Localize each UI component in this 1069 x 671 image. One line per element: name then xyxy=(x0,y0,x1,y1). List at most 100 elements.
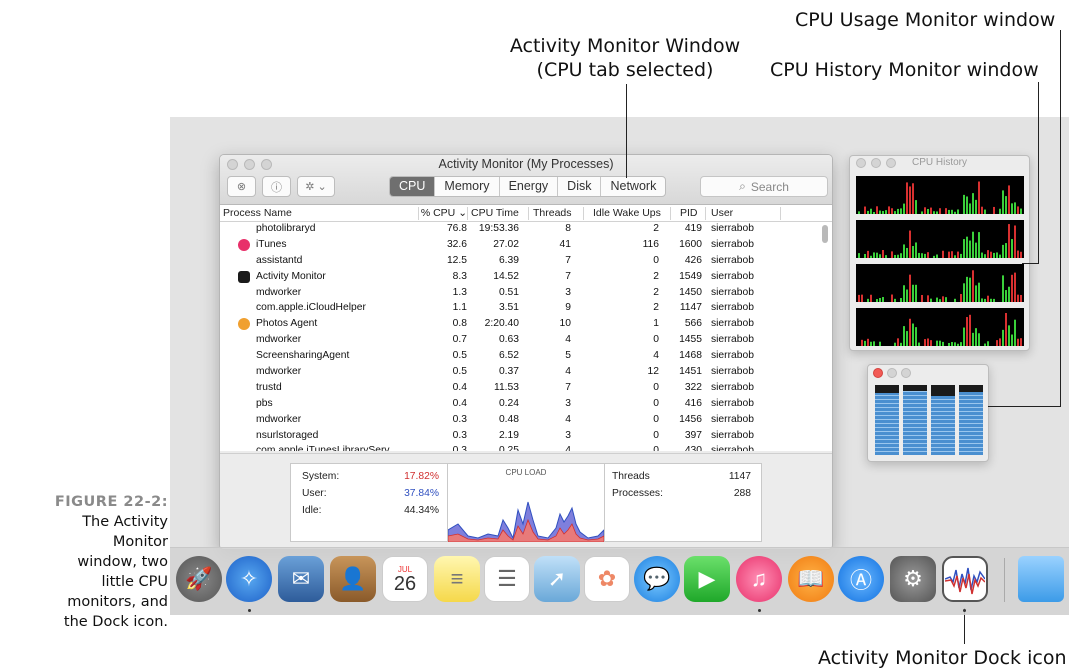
cell-name: assistantd xyxy=(256,254,303,266)
table-row[interactable]: iTunes 32.6 27.02 41 116 1600 sierrabob xyxy=(220,238,832,254)
cell-user: sierrabob xyxy=(711,302,754,314)
cpu-load-graph xyxy=(448,501,604,542)
column-header-idle-wake-ups[interactable]: Idle Wake Ups xyxy=(593,207,661,219)
notes-icon[interactable]: ≡ xyxy=(434,556,480,602)
table-row[interactable]: com.apple.iCloudHelper 1.1 3.51 9 2 1147 sierr… xyxy=(220,301,832,317)
cell-time: 0.51 xyxy=(498,286,519,298)
inspect-process-button[interactable]: ⓘ xyxy=(262,176,291,197)
info-icon: ⓘ xyxy=(271,181,282,194)
history-bars xyxy=(861,313,1022,346)
safari-icon[interactable]: ✧ xyxy=(226,556,272,602)
close-window-button[interactable] xyxy=(873,368,883,378)
process-table: photolibraryd 76.8 19:53.36 8 2 419 sierrabob i… xyxy=(220,222,832,451)
table-row[interactable]: Activity Monitor 8.3 14.52 7 2 1549 sierrabob xyxy=(220,270,832,286)
processes-label: Processes: xyxy=(612,488,663,499)
table-row[interactable]: com.apple.iTunesLibraryServ 0.3 0.25 4 0 430 s… xyxy=(220,444,832,451)
column-header-threads[interactable]: Threads xyxy=(533,207,572,219)
cell-cpu: 8.3 xyxy=(452,270,467,282)
tab-energy[interactable]: Energy xyxy=(500,177,559,196)
activity-monitor-dock-icon[interactable] xyxy=(942,556,988,602)
minimize-window-button[interactable] xyxy=(887,368,897,378)
cell-idle: 2 xyxy=(653,270,659,282)
system-value: 17.82% xyxy=(404,471,439,482)
mail-icon[interactable]: ✉ xyxy=(278,556,324,602)
itunes-icon[interactable]: ♫ xyxy=(736,556,782,602)
annotation-cpu-usage: CPU Usage Monitor window xyxy=(795,9,1056,31)
cpu-usage-window xyxy=(867,364,989,462)
cpu-load-title: CPU LOAD xyxy=(505,468,547,477)
thread-count-panel: Threads 1147 Processes: 288 xyxy=(604,463,762,542)
cell-idle: 2 xyxy=(653,223,659,234)
search-input[interactable]: ⌕ Search xyxy=(700,176,828,197)
table-row[interactable]: mdworker 1.3 0.51 3 2 1450 sierrabob xyxy=(220,286,832,302)
messages-icon[interactable]: 💬 xyxy=(634,556,680,602)
cell-cpu: 12.5 xyxy=(446,254,467,266)
ibooks-icon[interactable]: 📖 xyxy=(788,556,834,602)
photos-icon[interactable]: ✿ xyxy=(584,556,630,602)
cell-time: 0.24 xyxy=(498,397,519,409)
history-bars xyxy=(858,270,1022,302)
tab-disk[interactable]: Disk xyxy=(558,177,602,196)
table-row[interactable]: assistantd 12.5 6.39 7 0 426 sierrabob xyxy=(220,254,832,270)
cell-name: mdworker xyxy=(256,366,302,378)
zoom-window-button[interactable] xyxy=(901,368,911,378)
tab-memory[interactable]: Memory xyxy=(435,177,500,196)
cell-idle: 2 xyxy=(653,286,659,298)
cell-threads: 3 xyxy=(565,397,571,409)
column-header-cpu[interactable]: % CPU ⌄ xyxy=(419,207,467,219)
caption-line: The Activity xyxy=(82,514,168,530)
table-row[interactable]: mdworker 0.7 0.63 4 0 1455 sierrabob xyxy=(220,333,832,349)
tab-cpu[interactable]: CPU xyxy=(390,177,436,196)
contacts-icon[interactable]: 👤 xyxy=(330,556,376,602)
figure-caption: FIGURE 22-2: The Activity Monitor window… xyxy=(0,492,168,632)
cpu-core-usage-fill xyxy=(875,393,899,455)
cell-name: mdworker xyxy=(256,334,302,346)
cell-idle: 0 xyxy=(653,334,659,346)
cell-pid: 1456 xyxy=(679,413,702,425)
cell-threads: 41 xyxy=(559,238,571,250)
maps-icon[interactable]: ➚ xyxy=(534,556,580,602)
folder-icon[interactable] xyxy=(1018,556,1064,602)
cell-idle: 0 xyxy=(653,413,659,425)
cell-threads: 10 xyxy=(559,318,571,330)
table-row[interactable]: pbs 0.4 0.24 3 0 416 sierrabob xyxy=(220,397,832,413)
table-row[interactable]: ScreensharingAgent 0.5 6.52 5 4 1468 sierrabob xyxy=(220,349,832,365)
cpu-history-graph xyxy=(856,308,1024,346)
table-row[interactable]: mdworker 0.3 0.48 4 0 1456 sierrabob xyxy=(220,413,832,429)
cell-user: sierrabob xyxy=(711,254,754,266)
cell-pid: 1147 xyxy=(679,302,702,314)
table-row[interactable]: trustd 0.4 11.53 7 0 322 sierrabob xyxy=(220,381,832,397)
cell-threads: 4 xyxy=(565,366,571,378)
system-preferences-icon[interactable]: ⚙ xyxy=(890,556,936,602)
caption-line: monitors, and xyxy=(67,594,168,610)
column-header-user[interactable]: User xyxy=(711,207,733,219)
launchpad-icon[interactable]: 🚀 xyxy=(176,556,222,602)
cell-threads: 7 xyxy=(565,270,571,282)
reminders-icon[interactable]: ☰ xyxy=(484,556,530,602)
column-header-process-name[interactable]: Process Name xyxy=(223,207,292,219)
idle-label: Idle: xyxy=(302,505,322,516)
calendar-icon[interactable]: JUL 26 xyxy=(382,556,428,602)
app-store-icon[interactable]: Ⓐ xyxy=(838,556,884,602)
table-row[interactable]: Photos Agent 0.8 2:20.40 10 1 566 sierrabob xyxy=(220,317,832,333)
facetime-icon[interactable]: ▶ xyxy=(684,556,730,602)
column-header-pid[interactable]: PID xyxy=(680,207,698,219)
action-menu-button[interactable]: ✲ ⌄ xyxy=(297,176,335,197)
search-placeholder: Search xyxy=(750,179,789,194)
cell-name: Photos Agent xyxy=(256,318,318,330)
cell-name: mdworker xyxy=(256,413,302,425)
cpu-load-panel: CPU LOAD xyxy=(447,463,605,542)
table-row[interactable]: mdworker 0.5 0.37 4 12 1451 sierrabob xyxy=(220,365,832,381)
table-row[interactable]: photolibraryd 76.8 19:53.36 8 2 419 sierrabob xyxy=(220,222,832,238)
cell-idle: 0 xyxy=(653,381,659,393)
stop-icon: ⊗ xyxy=(236,181,247,193)
cell-threads: 3 xyxy=(565,429,571,441)
table-row[interactable]: nsurlstoraged 0.3 2.19 3 0 397 sierrabob xyxy=(220,429,832,445)
cell-time: 2:20.40 xyxy=(484,318,519,330)
cell-cpu: 0.4 xyxy=(452,381,467,393)
tab-network[interactable]: Network xyxy=(601,177,665,196)
column-header-cpu-time[interactable]: CPU Time xyxy=(471,207,519,219)
window-toolbar: Activity Monitor (My Processes) ⊗ ⓘ ✲ ⌄ … xyxy=(220,155,832,205)
quit-process-button[interactable]: ⊗ xyxy=(227,176,256,197)
cell-threads: 4 xyxy=(565,413,571,425)
